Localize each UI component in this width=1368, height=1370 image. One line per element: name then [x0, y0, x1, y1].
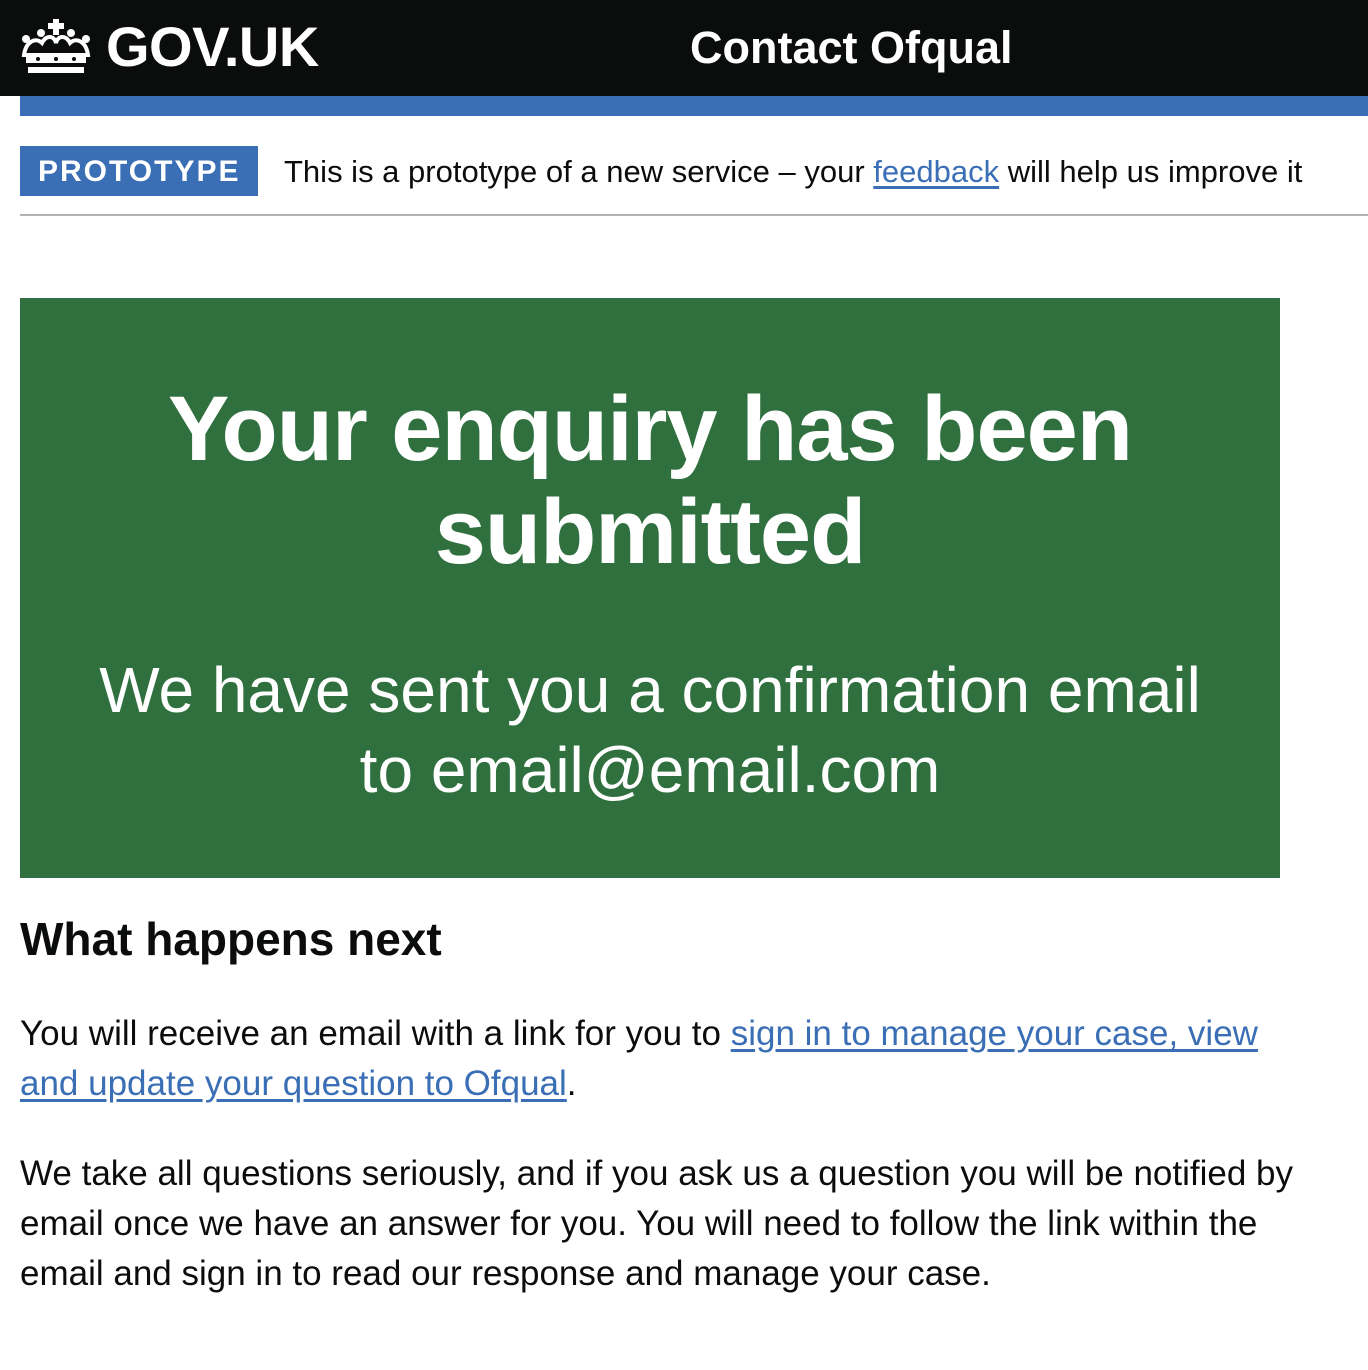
phase-banner-text: This is a prototype of a new service – y…: [284, 146, 1302, 198]
confirmation-title: Your enquiry has been submitted: [168, 378, 1133, 583]
site-header: GOV.UK Contact Ofqual: [0, 0, 1368, 96]
confirmation-panel: Your enquiry has been submitted We have …: [20, 298, 1280, 878]
phase-tag: PROTOTYPE: [20, 146, 259, 196]
paragraph1-text-before: You will receive an email with a link fo…: [20, 1014, 731, 1053]
feedback-link[interactable]: feedback: [873, 154, 999, 189]
confirmation-body: We have sent you a confirmation email to…: [99, 654, 1201, 806]
phase-text-before: This is a prototype of a new service – y…: [284, 154, 874, 189]
header-blue-rule: [20, 96, 1368, 116]
govuk-logo-link[interactable]: GOV.UK: [20, 14, 319, 80]
phase-banner: PROTOTYPE This is a prototype of a new s…: [20, 146, 1368, 216]
next-steps-paragraph-2: We take all questions seriously, and if …: [20, 1154, 1294, 1293]
next-steps-paragraph-1: You will receive an email with a link fo…: [20, 1009, 1310, 1109]
crown-icon: [21, 19, 91, 73]
phase-text-after: will help us improve it: [999, 154, 1303, 189]
service-name-link[interactable]: Contact Ofqual: [690, 18, 1013, 78]
what-happens-next-heading: What happens next: [20, 913, 442, 965]
paragraph1-text-after: .: [566, 1064, 577, 1103]
govuk-logo-text: GOV.UK: [106, 15, 319, 78]
